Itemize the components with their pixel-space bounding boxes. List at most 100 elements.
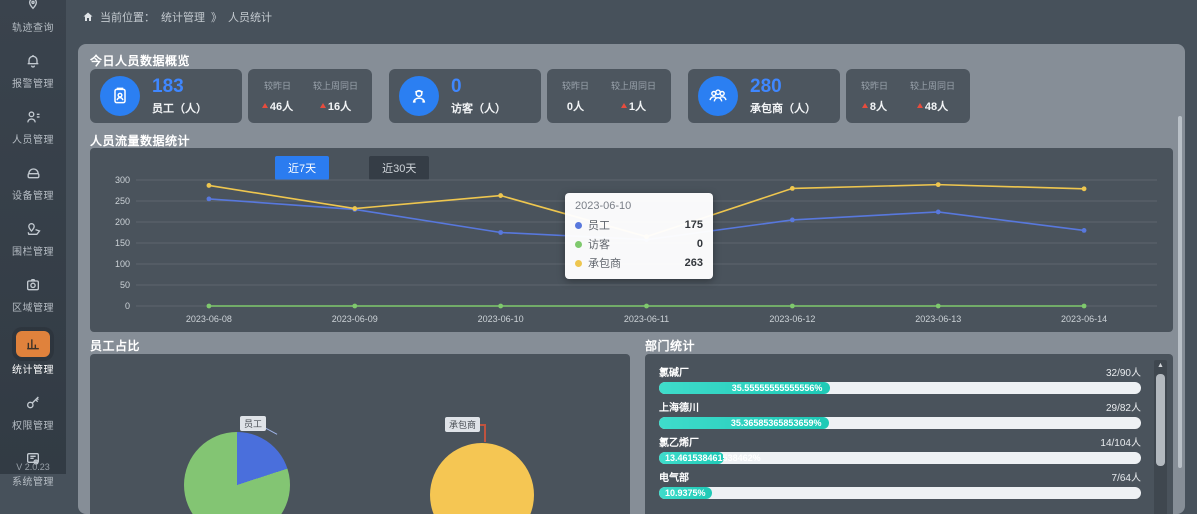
- tooltip-series-name: 承包商: [588, 255, 621, 271]
- dept-progress-fill: 10.9375%: [659, 487, 712, 499]
- compare-label: 较上周同日: [611, 79, 656, 92]
- sidebar-item-label: 权限管理: [12, 417, 54, 432]
- pie-label-right: 承包商: [445, 417, 480, 432]
- scrollbar-thumb[interactable]: [1156, 374, 1165, 466]
- dept-count: 32/90人: [1106, 364, 1141, 379]
- stat-value: 0: [451, 77, 506, 97]
- tooltip-series-name: 员工: [588, 217, 610, 233]
- stat-card-compare: 较昨日 8人 较上周同日 48人: [846, 69, 970, 123]
- up-arrow-icon: [862, 103, 868, 108]
- stats-icon: [16, 331, 50, 357]
- dept-progress-track: 35.55555555555556%: [659, 382, 1141, 394]
- stat-card-contractor: 280 承包商（人） 较昨日 8人 较上周同日 48人: [688, 69, 970, 123]
- home-icon[interactable]: [82, 11, 94, 23]
- main-scrollbar-thumb[interactable]: [1178, 116, 1182, 468]
- stat-label: 承包商（人）: [750, 100, 816, 116]
- svg-text:300: 300: [115, 175, 130, 185]
- stat-label: 访客（人）: [451, 100, 506, 116]
- compare-value: 16人: [328, 98, 351, 114]
- sidebar-item-label: 围栏管理: [12, 243, 54, 258]
- compare-value: 46人: [270, 98, 293, 114]
- compare-value: 48人: [925, 98, 948, 114]
- compare-value: 8人: [870, 98, 887, 114]
- stat-value: 183: [152, 77, 207, 97]
- svg-text:200: 200: [115, 217, 130, 227]
- sidebar-item-stats[interactable]: 统计管理: [0, 322, 66, 384]
- department-stats-title: 部门统计: [645, 337, 695, 354]
- dept-name: 电气部: [659, 469, 689, 484]
- compare-value: 0人: [567, 98, 584, 114]
- track-icon: [22, 0, 44, 15]
- breadcrumb-separator: 》: [211, 9, 222, 25]
- dept-percent: 35.55555555555556%: [732, 383, 823, 393]
- svg-text:2023-06-09: 2023-06-09: [332, 314, 378, 324]
- stat-card-employee: 183 员工（人） 较昨日 46人 较上周同日 16人: [90, 69, 372, 123]
- flow-chart-title: 人员流量数据统计: [90, 132, 190, 149]
- chart-tooltip: 2023-06-10 员工 175 访客 0 承包商 263: [565, 193, 713, 279]
- stat-card-visitor: 0 访客（人） 较昨日 0人 较上周同日 1人: [389, 69, 671, 123]
- svg-text:2023-06-13: 2023-06-13: [915, 314, 961, 324]
- dept-percent: 35.36585365853659%: [731, 418, 822, 428]
- pie-chart-right: [430, 443, 534, 514]
- dept-row: 氯乙烯厂 14/104人 13.461538461538462%: [659, 434, 1141, 464]
- sidebar-item-permission[interactable]: 权限管理: [0, 384, 66, 440]
- dept-percent: 13.461538461538462%: [665, 453, 761, 463]
- stat-card-main: 280 承包商（人）: [688, 69, 840, 123]
- series-dot-contractor: [575, 260, 582, 267]
- pie-leader-line: [484, 424, 486, 442]
- series-dot-employee: [575, 222, 582, 229]
- sidebar-item-label: 轨迹查询: [12, 19, 54, 34]
- sidebar-item-track[interactable]: 轨迹查询: [0, 0, 66, 42]
- people-icon: [22, 107, 44, 127]
- tooltip-series-value: 263: [685, 257, 703, 269]
- overview-title: 今日人员数据概览: [90, 52, 190, 69]
- sidebar-item-device[interactable]: 设备管理: [0, 154, 66, 210]
- stat-card-compare: 较昨日 46人 较上周同日 16人: [248, 69, 372, 123]
- alarm-icon: [22, 51, 44, 71]
- dept-scrollbar[interactable]: ▲: [1154, 360, 1167, 514]
- series-dot-visitor: [575, 241, 582, 248]
- department-stats-panel: 氯碱厂 32/90人 35.55555555555556% 上海德川 29/82…: [645, 354, 1173, 514]
- compare-label: 较昨日: [262, 79, 293, 92]
- compare-label: 较昨日: [861, 79, 888, 92]
- tooltip-date: 2023-06-10: [575, 200, 703, 212]
- up-arrow-icon: [621, 103, 627, 108]
- dept-progress-fill: 35.55555555555556%: [659, 382, 830, 394]
- svg-text:2023-06-12: 2023-06-12: [769, 314, 815, 324]
- contractor-icon: [698, 76, 738, 116]
- tooltip-row: 访客 0: [575, 236, 703, 252]
- stat-card-main: 183 员工（人）: [90, 69, 242, 123]
- sidebar-item-label: 系统管理: [12, 473, 54, 488]
- compare-label: 较上周同日: [910, 79, 955, 92]
- sidebar-item-alarm[interactable]: 报警管理: [0, 42, 66, 98]
- scroll-up-icon[interactable]: ▲: [1154, 362, 1167, 369]
- breadcrumb-current: 人员统计: [228, 9, 272, 25]
- sidebar-item-label: 统计管理: [12, 361, 54, 376]
- app-version: V 2.0.23: [0, 462, 66, 472]
- employee-ratio-panel: 员工 承包商: [90, 354, 630, 514]
- breadcrumb-label: 当前位置：: [100, 9, 155, 25]
- dept-progress-track: 13.461538461538462%: [659, 452, 1141, 464]
- dept-progress-fill: 13.461538461538462%: [659, 452, 724, 464]
- up-arrow-icon: [917, 103, 923, 108]
- svg-text:2023-06-08: 2023-06-08: [186, 314, 232, 324]
- dept-progress-fill: 35.36585365853659%: [659, 417, 829, 429]
- device-icon: [22, 163, 44, 183]
- flow-chart-panel: 近7天 近30天 0501001502002503002023-06-08202…: [90, 148, 1173, 332]
- compare-label: 较上周同日: [313, 79, 358, 92]
- stat-card-main: 0 访客（人）: [389, 69, 541, 123]
- sidebar-item-people[interactable]: 人员管理: [0, 98, 66, 154]
- dept-progress-track: 35.36585365853659%: [659, 417, 1141, 429]
- dept-name: 氯碱厂: [659, 364, 689, 379]
- breadcrumb-section[interactable]: 统计管理: [161, 9, 205, 25]
- svg-text:100: 100: [115, 259, 130, 269]
- up-arrow-icon: [262, 103, 268, 108]
- permission-icon: [22, 393, 44, 413]
- svg-text:2023-06-14: 2023-06-14: [1061, 314, 1107, 324]
- svg-text:2023-06-11: 2023-06-11: [624, 314, 669, 324]
- sidebar-item-fence[interactable]: 围栏管理: [0, 210, 66, 266]
- sidebar-item-area[interactable]: 区域管理: [0, 266, 66, 322]
- dept-row: 氯碱厂 32/90人 35.55555555555556%: [659, 364, 1141, 394]
- tooltip-series-value: 175: [685, 219, 703, 231]
- dept-row: 上海德川 29/82人 35.36585365853659%: [659, 399, 1141, 429]
